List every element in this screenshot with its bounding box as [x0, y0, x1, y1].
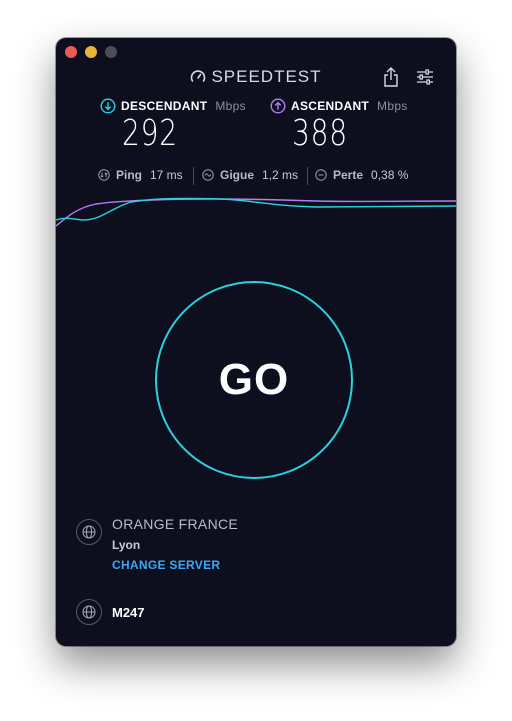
globe-icon [82, 605, 96, 619]
close-window-button[interactable] [65, 46, 77, 58]
stats-row: Ping 17 ms Gigue 1,2 ms Perte 0,38 % [56, 167, 456, 188]
loss-stat: Perte 0,38 % [315, 168, 408, 182]
ping-stat: Ping 17 ms [98, 168, 183, 182]
globe-icon [82, 525, 96, 539]
go-button[interactable]: GO [155, 281, 353, 479]
window-controls [65, 46, 117, 58]
share-icon [384, 67, 398, 87]
minimize-window-button[interactable] [85, 46, 97, 58]
stats-divider [307, 167, 308, 185]
download-unit: Mbps [215, 99, 246, 113]
upload-label: ASCENDANT [291, 99, 370, 113]
jitter-label: Gigue [220, 168, 255, 182]
server-isp: ORANGE FRANCE [112, 516, 239, 532]
upload-unit: Mbps [377, 99, 408, 113]
gauge-icon [191, 70, 206, 82]
change-server-link[interactable]: CHANGE SERVER [112, 558, 220, 572]
stats-divider [193, 167, 194, 185]
go-label: GO [218, 355, 290, 404]
download-header: DESCENDANT Mbps [100, 98, 246, 114]
arrow-up-circle-icon [270, 98, 286, 114]
server-city: Lyon [112, 538, 141, 552]
zoom-window-button[interactable] [105, 46, 117, 58]
connection-globe-badge [76, 599, 102, 625]
sliders-icon [417, 69, 433, 85]
loss-value: 0,38 % [371, 168, 409, 182]
upload-header: ASCENDANT Mbps [270, 98, 408, 114]
download-metric: DESCENDANT Mbps 292 [100, 98, 246, 154]
loss-label: Perte [333, 168, 364, 182]
arrow-down-circle-icon [100, 98, 116, 114]
speedtest-window: SPEEDTEST DESCENDANT Mbps 292 ASCENDANT … [56, 38, 456, 646]
ping-label: Ping [116, 168, 142, 182]
settings-button[interactable] [416, 68, 434, 86]
speed-graph [56, 197, 456, 227]
connection-name: M247 [112, 605, 145, 620]
upload-graph-line [56, 198, 456, 227]
share-button[interactable] [382, 66, 400, 88]
app-title: SPEEDTEST [211, 67, 322, 86]
loss-icon [315, 169, 327, 181]
download-value: 292 [122, 113, 178, 154]
ping-value: 17 ms [150, 168, 183, 182]
server-globe-badge [76, 519, 102, 545]
upload-metric: ASCENDANT Mbps 388 [270, 98, 408, 154]
jitter-icon [202, 169, 214, 181]
upload-value: 388 [292, 113, 348, 154]
download-label: DESCENDANT [121, 99, 208, 113]
jitter-value: 1,2 ms [262, 168, 299, 182]
ping-icon [98, 169, 110, 181]
jitter-stat: Gigue 1,2 ms [202, 168, 298, 182]
